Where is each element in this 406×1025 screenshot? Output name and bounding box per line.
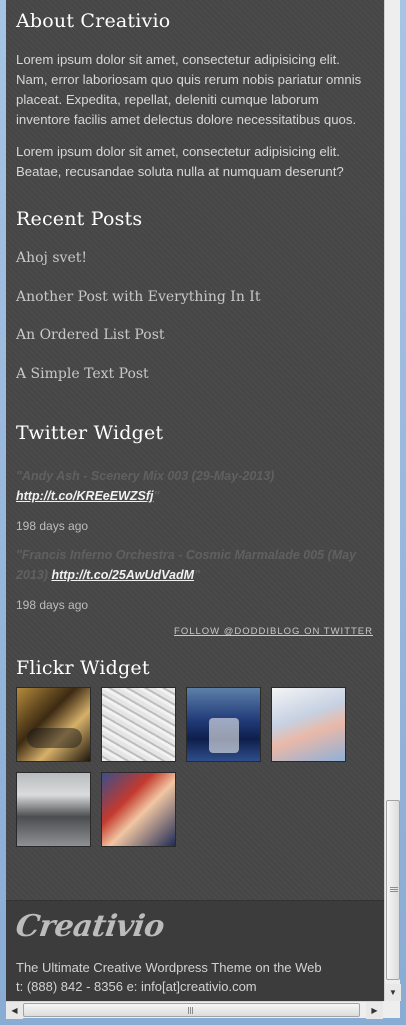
recent-post-link[interactable]: An Ordered List Post <box>16 325 374 364</box>
tweet: "Andy Ash - Scenery Mix 003 (29-May-2013… <box>16 466 374 506</box>
tweet-timestamp: 198 days ago <box>16 519 89 533</box>
flickr-thumbnail-pit-crew[interactable] <box>16 772 91 847</box>
footer-logo[interactable]: Creativio <box>14 909 167 944</box>
recent-posts-title: Recent Posts <box>16 208 143 230</box>
footer-contact: t: (888) 842 - 8356 e: info[at]creativio… <box>16 979 257 994</box>
scroll-grip-icon <box>188 1007 189 1014</box>
vertical-scrollbar[interactable]: ▼ <box>384 0 401 1001</box>
scroll-grip-icon <box>390 887 398 888</box>
tweet-timestamp: 198 days ago <box>16 598 89 612</box>
horizontal-scroll-thumb[interactable] <box>23 1003 360 1017</box>
flickr-thumbnail-sketch[interactable] <box>101 687 176 762</box>
tweet-text: "Andy Ash - Scenery Mix 003 (29-May-2013… <box>16 469 275 483</box>
tweet-text-end: " <box>153 489 160 503</box>
flickr-thumbnail-f1-car[interactable] <box>186 687 261 762</box>
recent-post-link[interactable]: Ahoj svet! <box>16 248 374 287</box>
vertical-scroll-thumb[interactable] <box>386 800 400 980</box>
scroll-down-arrow-icon[interactable]: ▼ <box>385 984 401 1001</box>
flickr-thumbnail-driver[interactable] <box>101 772 176 847</box>
about-paragraph-1: Lorem ipsum dolor sit amet, consectetur … <box>16 52 362 127</box>
follow-twitter-link[interactable]: FOLLOW @DODDIBLOG ON TWITTER <box>16 626 374 637</box>
tweet-link[interactable]: http://t.co/25AwUdVadM <box>51 568 194 582</box>
scroll-right-arrow-icon[interactable]: ▶ <box>366 1002 383 1019</box>
horizontal-scrollbar[interactable]: ◀ ▶ <box>6 1001 400 1019</box>
recent-posts-list: Ahoj svet! Another Post with Everything … <box>16 248 374 402</box>
scroll-left-arrow-icon[interactable]: ◀ <box>6 1002 23 1019</box>
tweet: "Francis Inferno Orchestra - Cosmic Marm… <box>16 545 374 585</box>
tweet-text-end: " <box>194 568 200 582</box>
tweet-link[interactable]: http://t.co/KREeEWZSfj <box>16 489 154 503</box>
recent-post-link[interactable]: Another Post with Everything In It <box>16 287 374 326</box>
scrollbar-corner <box>383 1001 400 1018</box>
site-footer: Creativio The Ultimate Creative Wordpres… <box>6 900 384 1001</box>
flickr-thumbnail-grid-girls[interactable] <box>271 687 346 762</box>
recent-post-link[interactable]: A Simple Text Post <box>16 364 374 403</box>
flickr-thumbnail-race-car[interactable] <box>16 687 91 762</box>
page-viewport: About Creativio Lorem ipsum dolor sit am… <box>6 0 384 1001</box>
twitter-widget-title: Twitter Widget <box>16 422 164 444</box>
flickr-widget-title: Flickr Widget <box>16 657 150 679</box>
about-title: About Creativio <box>16 10 171 32</box>
sidebar-content: About Creativio Lorem ipsum dolor sit am… <box>6 10 384 847</box>
flickr-grid <box>16 687 374 847</box>
footer-tagline: The Ultimate Creative Wordpress Theme on… <box>16 960 322 975</box>
about-paragraph-2: Lorem ipsum dolor sit amet, consectetur … <box>16 144 344 179</box>
